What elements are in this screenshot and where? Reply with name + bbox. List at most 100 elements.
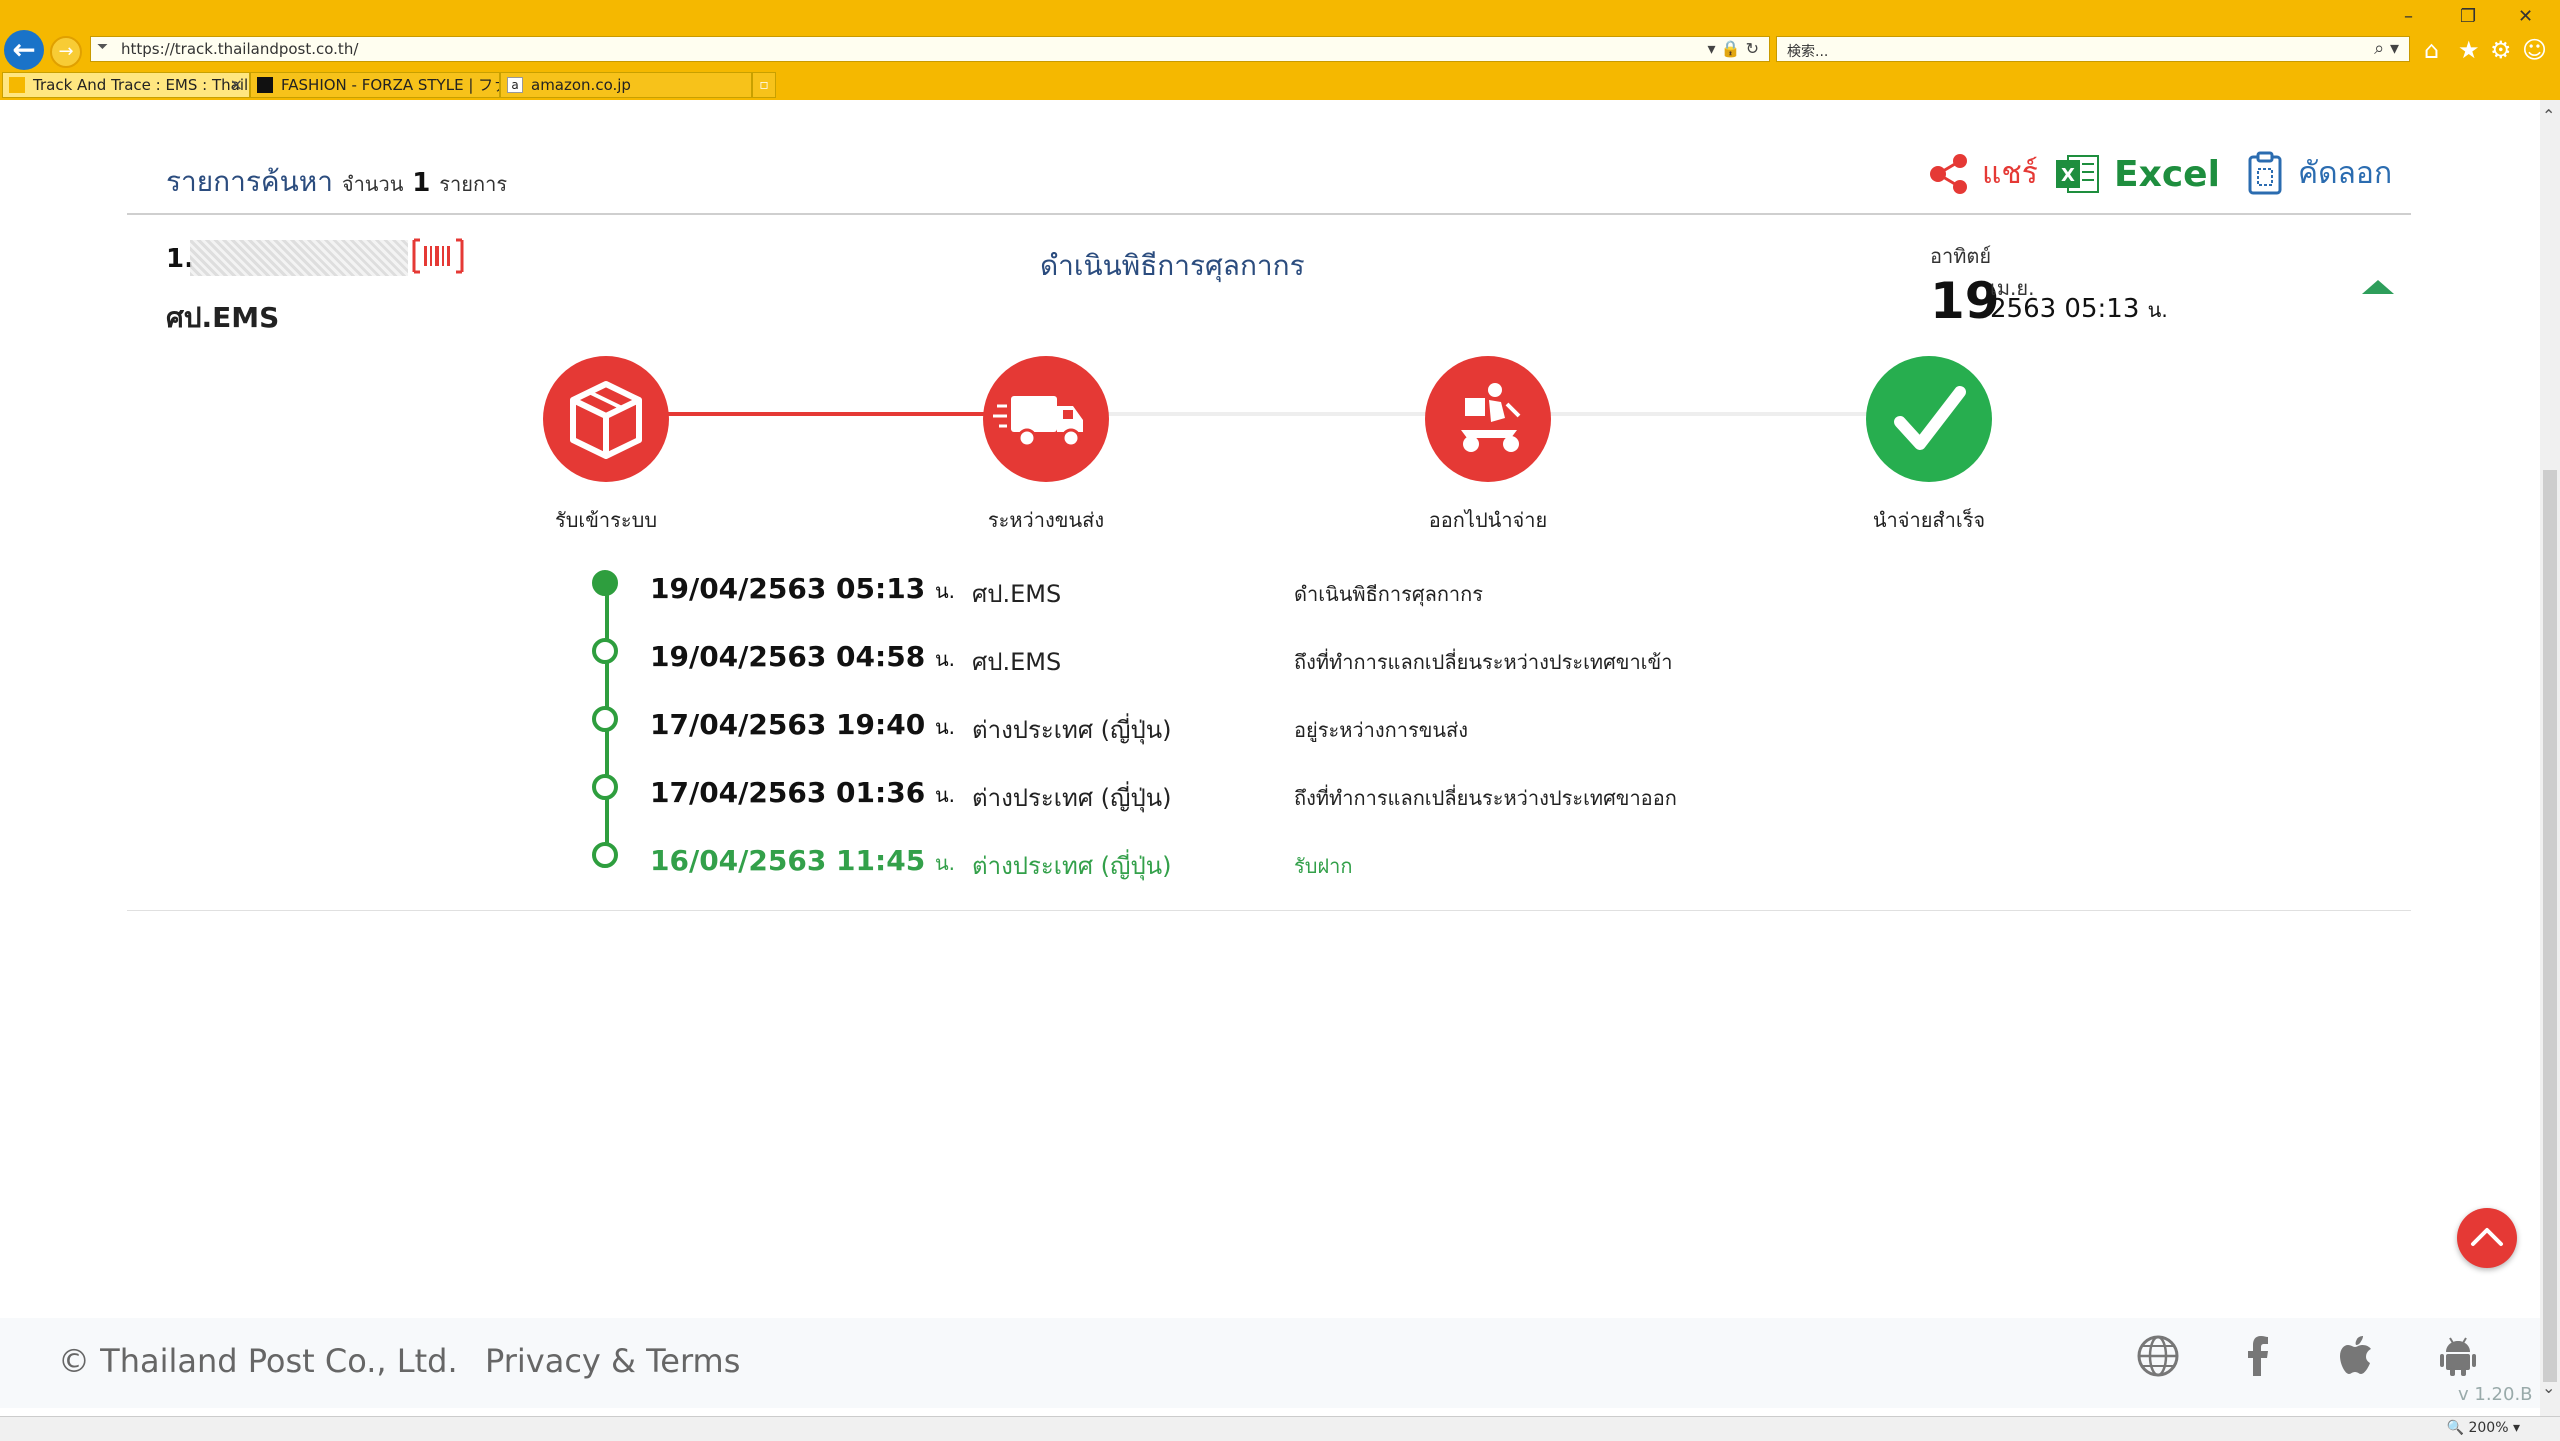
tab-amazon[interactable]: a amazon.co.jp bbox=[500, 72, 752, 98]
back-arrow-icon: ← bbox=[12, 33, 36, 66]
home-icon[interactable]: ⌂ bbox=[2424, 36, 2439, 64]
timeline-date: 16/04/2563 11:45 น. bbox=[650, 844, 955, 879]
restore-icon[interactable]: ❐ bbox=[2460, 6, 2476, 27]
refresh-icon[interactable]: ↻ bbox=[1746, 39, 1759, 58]
results-count-suffix: รายการ bbox=[439, 172, 508, 196]
timeline-description: อยู่ระหว่างการขนส่ง bbox=[1294, 718, 1469, 742]
browser-search-box[interactable]: 検索... ⌕ ▾ bbox=[1776, 36, 2410, 62]
copy-label: คัดลอก bbox=[2298, 156, 2393, 191]
chevron-up-icon bbox=[2471, 1228, 2503, 1246]
new-tab-button[interactable]: ▫ bbox=[752, 72, 776, 98]
forward-button[interactable]: → bbox=[50, 36, 82, 68]
step-delivered bbox=[1866, 356, 1992, 482]
results-header: รายการค้นหา จำนวน 1 รายการ bbox=[166, 160, 507, 204]
search-icon[interactable]: ⌕ ▾ bbox=[2374, 38, 2399, 59]
globe-icon[interactable] bbox=[2136, 1334, 2180, 1378]
tab-forza-style[interactable]: FASHION - FORZA STYLE | ファ... bbox=[250, 72, 500, 98]
header-divider bbox=[127, 213, 2411, 215]
new-tab-icon: ▫ bbox=[759, 77, 769, 93]
box-icon bbox=[570, 381, 642, 459]
address-url[interactable]: https://track.thailandpost.co.th/ bbox=[121, 40, 358, 58]
timeline-description: ถึงที่ทำการแลกเปลี่ยนระหว่างประเทศขาเข้า bbox=[1294, 650, 1673, 674]
step-label-out-for-delivery: ออกไปนำจ่าย bbox=[1428, 508, 1548, 532]
close-window-icon[interactable]: ✕ bbox=[2518, 6, 2533, 27]
zoom-value: 200% bbox=[2468, 1420, 2509, 1436]
forward-arrow-icon: → bbox=[58, 41, 74, 62]
tab-label: FASHION - FORZA STYLE | ファ... bbox=[281, 76, 500, 94]
excel-icon: X bbox=[2056, 155, 2099, 193]
zoom-icon: 🔍 bbox=[2446, 1420, 2465, 1436]
status-year-time: 2563 05:13 น. bbox=[1990, 294, 2168, 326]
timeline-location: ต่างประเทศ (ญี่ปุ่น) bbox=[972, 852, 1172, 880]
zoom-level[interactable]: 🔍 200% ▾ bbox=[2447, 1420, 2520, 1436]
svg-text:X: X bbox=[2061, 165, 2075, 186]
timeline-location: ศป.EMS bbox=[972, 580, 1062, 608]
forza-favicon bbox=[257, 77, 273, 93]
share-button[interactable]: แชร์ bbox=[1926, 150, 2038, 197]
clipboard-icon bbox=[2248, 151, 2282, 194]
address-bar[interactable]: ⏷ https://track.thailandpost.co.th/ ▾ 🔒 … bbox=[90, 36, 1770, 62]
collapse-arrow-icon[interactable] bbox=[2362, 280, 2394, 294]
results-count-prefix: จำนวน bbox=[341, 172, 404, 196]
android-icon[interactable] bbox=[2436, 1334, 2480, 1378]
step-out-for-delivery bbox=[1425, 356, 1551, 482]
item-carrier: ศป.EMS bbox=[166, 301, 280, 334]
timeline-dot bbox=[592, 638, 618, 664]
feedback-smiley-icon[interactable]: ☺ bbox=[2522, 36, 2547, 64]
timeline-dot bbox=[592, 842, 618, 868]
address-dropdown-icon[interactable]: ⏷ bbox=[97, 39, 108, 55]
timeline-date-value: 17/04/2563 01:36 bbox=[650, 776, 926, 809]
scrollbar-thumb[interactable] bbox=[2543, 470, 2557, 1382]
excel-export-button[interactable]: X Excel bbox=[2054, 150, 2220, 198]
lock-icon[interactable]: 🔒 bbox=[1721, 39, 1741, 58]
excel-label: Excel bbox=[2114, 153, 2220, 195]
item-current-status: ดำเนินพิธีการศุลกากร bbox=[1040, 249, 1305, 282]
timeline-date-value: 16/04/2563 11:45 bbox=[650, 844, 926, 877]
timeline-time-unit: น. bbox=[934, 783, 955, 807]
tab-label: amazon.co.jp bbox=[531, 76, 631, 94]
privacy-terms-link[interactable]: Privacy & Terms bbox=[485, 1342, 740, 1380]
scroll-down-arrow-icon[interactable]: ⌄ bbox=[2542, 1378, 2555, 1397]
copy-button[interactable]: คัดลอก bbox=[2246, 150, 2392, 197]
timeline-dot bbox=[592, 774, 618, 800]
share-label: แชร์ bbox=[1982, 156, 2038, 191]
timeline-time-unit: น. bbox=[934, 579, 955, 603]
tracking-number-redacted bbox=[190, 240, 408, 276]
timeline-date: 19/04/2563 04:58 น. bbox=[650, 640, 955, 675]
amazon-favicon: a bbox=[507, 77, 523, 93]
favorites-star-icon[interactable]: ★ bbox=[2458, 36, 2480, 64]
app-version: v 1.20.B bbox=[2458, 1384, 2533, 1405]
timeline-date: 17/04/2563 01:36 น. bbox=[650, 776, 955, 811]
dropdown-icon[interactable]: ▾ bbox=[1707, 39, 1715, 58]
timeline-location: ต่างประเทศ (ญี่ปุ่น) bbox=[972, 716, 1172, 744]
timeline-date-value: 17/04/2563 19:40 bbox=[650, 708, 926, 741]
back-to-top-button[interactable] bbox=[2457, 1208, 2517, 1268]
close-tab-icon[interactable]: × bbox=[230, 73, 243, 97]
tab-track-and-trace[interactable]: Track And Trace : EMS : Thail... × bbox=[2, 72, 250, 98]
step-in-transit bbox=[983, 356, 1109, 482]
timeline-time-unit: น. bbox=[934, 647, 955, 671]
back-button[interactable]: ← bbox=[4, 30, 44, 70]
timeline-date: 19/04/2563 05:13 น. bbox=[650, 572, 955, 607]
settings-gear-icon[interactable]: ⚙ bbox=[2490, 36, 2512, 64]
timeline-dot bbox=[592, 706, 618, 732]
timeline-description: ดำเนินพิธีการศุลกากร bbox=[1294, 582, 1484, 606]
delivery-scooter-icon bbox=[1461, 383, 1521, 452]
status-day-name: อาทิตย์ bbox=[1930, 244, 1992, 268]
barcode-icon[interactable] bbox=[412, 238, 464, 274]
thailandpost-favicon bbox=[9, 77, 25, 93]
scroll-up-arrow-icon[interactable]: ⌃ bbox=[2542, 106, 2555, 125]
share-icon bbox=[1930, 153, 1967, 194]
timeline-date-value: 19/04/2563 05:13 bbox=[650, 572, 926, 605]
footer-copyright: © Thailand Post Co., Ltd. bbox=[58, 1342, 458, 1380]
step-accepted bbox=[543, 356, 669, 482]
results-title: รายการค้นหา bbox=[166, 165, 333, 198]
apple-icon[interactable] bbox=[2336, 1334, 2380, 1378]
item-divider bbox=[127, 910, 2411, 911]
minimize-icon[interactable]: – bbox=[2404, 6, 2413, 27]
timeline-time-unit: น. bbox=[934, 851, 955, 875]
search-placeholder: 検索... bbox=[1787, 44, 1829, 60]
facebook-icon[interactable] bbox=[2236, 1334, 2280, 1378]
truck-icon bbox=[993, 396, 1083, 448]
timeline-description: ถึงที่ทำการแลกเปลี่ยนระหว่างประเทศขาออก bbox=[1294, 786, 1677, 810]
